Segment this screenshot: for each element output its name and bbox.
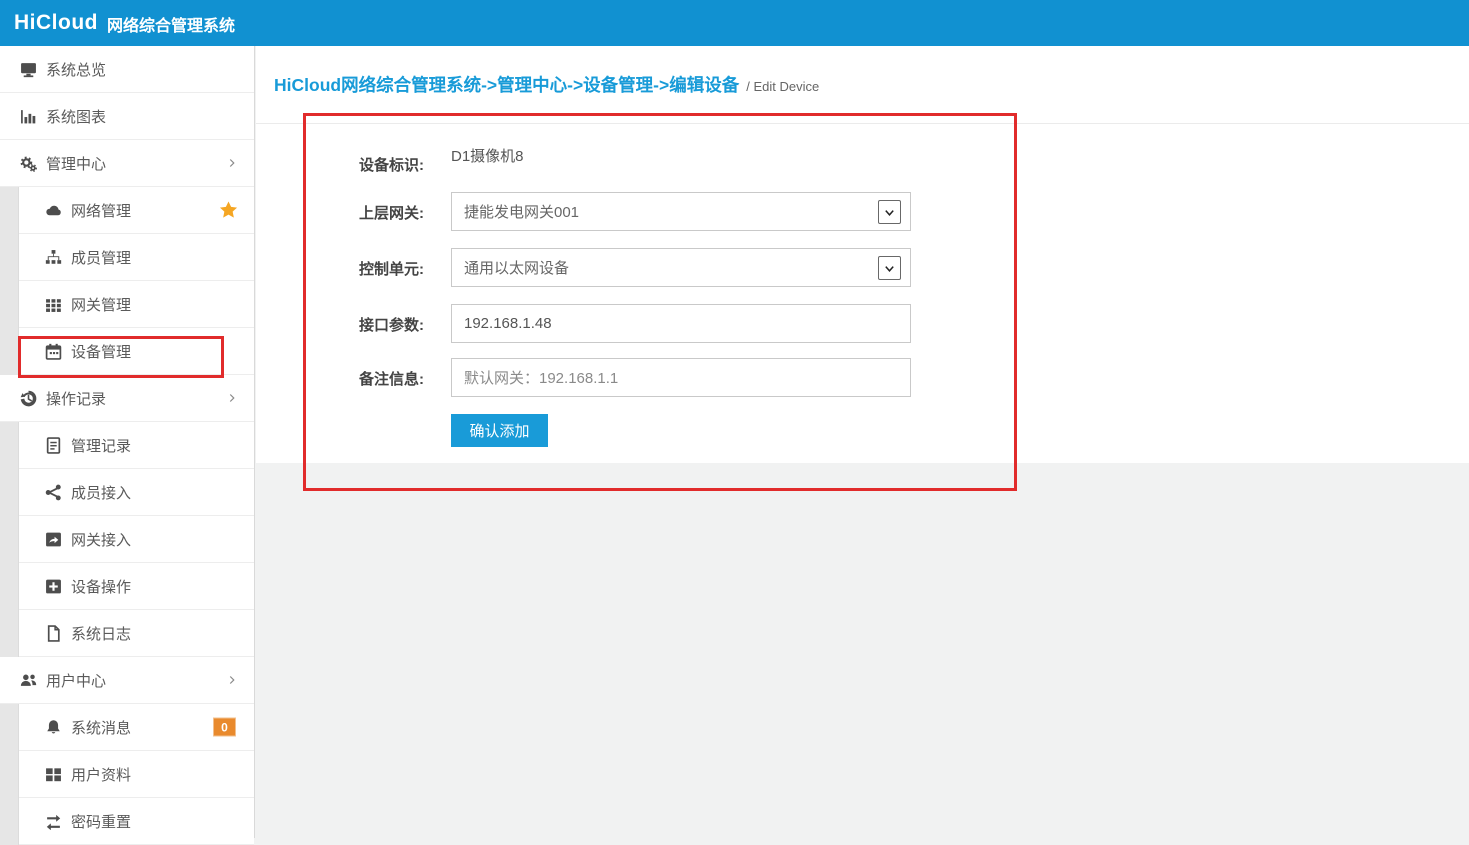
breadcrumb-suffix: / Edit Device <box>746 76 819 94</box>
desktop-icon <box>20 61 37 78</box>
dropdown-arrow-icon[interactable] <box>878 200 901 224</box>
sidebar-item-label: 系统图表 <box>46 106 106 127</box>
sidebar-item-system-log[interactable]: 系统日志 <box>0 610 254 657</box>
grid-icon <box>45 296 62 313</box>
sidebar-item-label: 网络管理 <box>71 200 131 221</box>
chevron-right-icon <box>225 391 239 405</box>
interface-params-input[interactable] <box>451 304 911 343</box>
app-title: 网络综合管理系统 <box>107 10 235 36</box>
sidebar-item-label: 系统消息 <box>71 717 131 738</box>
device-id-label: 设备标识: <box>296 154 424 175</box>
history-icon <box>20 390 37 407</box>
sidebar-item-member-management[interactable]: 成员管理 <box>0 234 254 281</box>
file-icon <box>45 625 62 642</box>
chevron-right-icon <box>225 673 239 687</box>
sidebar-item-label: 操作记录 <box>46 388 106 409</box>
sidebar: 系统总览 系统图表 管理中心 网络管理 成员管理 网关管理 设备管理 操作记录 … <box>0 46 255 838</box>
sidebar-item-gateway-management[interactable]: 网关管理 <box>0 281 254 328</box>
sidebar-item-management-center[interactable]: 管理中心 <box>0 140 254 187</box>
sidebar-item-system-messages[interactable]: 系统消息 0 <box>0 704 254 751</box>
remark-label: 备注信息: <box>296 368 424 389</box>
sidebar-item-management-records[interactable]: 管理记录 <box>0 422 254 469</box>
exchange-icon <box>45 813 62 830</box>
control-unit-label: 控制单元: <box>296 258 424 279</box>
control-unit-select[interactable]: 通用以太网设备 <box>451 248 911 287</box>
sidebar-item-label: 系统日志 <box>71 623 131 644</box>
calendar-icon <box>45 343 62 360</box>
sidebar-item-label: 成员接入 <box>71 482 131 503</box>
sidebar-item-device-operation[interactable]: 设备操作 <box>0 563 254 610</box>
sidebar-item-label: 网关接入 <box>71 529 131 550</box>
sidebar-item-gateway-access[interactable]: 网关接入 <box>0 516 254 563</box>
remark-input[interactable] <box>451 358 911 397</box>
interface-params-label: 接口参数: <box>296 314 424 335</box>
sidebar-item-label: 用户中心 <box>46 670 106 691</box>
sidebar-item-label: 设备操作 <box>71 576 131 597</box>
sidebar-item-device-management[interactable]: 设备管理 <box>0 328 254 375</box>
sidebar-item-label: 成员管理 <box>71 247 131 268</box>
sidebar-item-user-center[interactable]: 用户中心 <box>0 657 254 704</box>
share-square-icon <box>45 531 62 548</box>
sidebar-item-label: 管理中心 <box>46 153 106 174</box>
plus-square-icon <box>45 578 62 595</box>
topbar: HiCloud 网络综合管理系统 <box>0 0 1469 46</box>
confirm-add-button[interactable]: 确认添加 <box>451 414 548 447</box>
cloud-icon <box>45 202 62 219</box>
sidebar-item-label: 设备管理 <box>71 341 131 362</box>
dropdown-arrow-icon[interactable] <box>878 256 901 280</box>
users-icon <box>20 672 37 689</box>
message-count-badge: 0 <box>213 718 236 737</box>
device-id-value: D1摄像机8 <box>451 145 524 166</box>
upper-gateway-select[interactable]: 捷能发电网关001 <box>451 192 911 231</box>
breadcrumb: HiCloud网络综合管理系统->管理中心->设备管理->编辑设备 <box>274 72 739 97</box>
sidebar-item-label: 网关管理 <box>71 294 131 315</box>
upper-gateway-selected-value: 捷能发电网关001 <box>464 201 579 222</box>
sidebar-item-network-management[interactable]: 网络管理 <box>0 187 254 234</box>
breadcrumb-bar: HiCloud网络综合管理系统->管理中心->设备管理->编辑设备 / Edit… <box>256 46 1469 124</box>
sidebar-item-label: 用户资料 <box>71 764 131 785</box>
sidebar-item-label: 密码重置 <box>71 811 131 832</box>
favorite-star-icon[interactable] <box>219 201 238 220</box>
sidebar-item-user-profile[interactable]: 用户资料 <box>0 751 254 798</box>
sidebar-item-label: 系统总览 <box>46 59 106 80</box>
gears-icon <box>20 155 37 172</box>
sidebar-item-label: 管理记录 <box>71 435 131 456</box>
share-icon <box>45 484 62 501</box>
sidebar-item-operation-records[interactable]: 操作记录 <box>0 375 254 422</box>
sidebar-item-system-overview[interactable]: 系统总览 <box>0 46 254 93</box>
sidebar-item-system-charts[interactable]: 系统图表 <box>0 93 254 140</box>
sidebar-item-member-access[interactable]: 成员接入 <box>0 469 254 516</box>
sitemap-icon <box>45 249 62 266</box>
upper-gateway-label: 上层网关: <box>296 202 424 223</box>
bell-icon <box>45 719 62 736</box>
app-logo: HiCloud <box>14 11 98 35</box>
file-text-icon <box>45 437 62 454</box>
content-background <box>256 463 1469 838</box>
bar-chart-icon <box>20 108 37 125</box>
main-content: HiCloud网络综合管理系统->管理中心->设备管理->编辑设备 / Edit… <box>256 46 1469 838</box>
chevron-right-icon <box>225 156 239 170</box>
th-large-icon <box>45 766 62 783</box>
control-unit-selected-value: 通用以太网设备 <box>464 257 569 278</box>
